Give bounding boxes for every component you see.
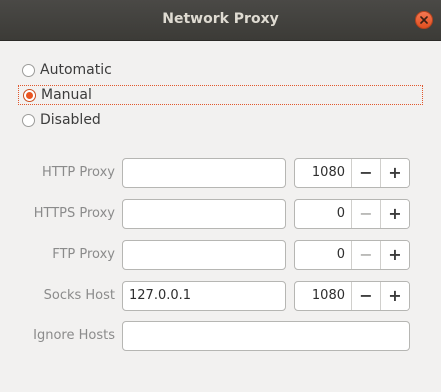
ftp-port-decrement-button[interactable]: −: [351, 241, 380, 269]
ignore-hosts-label: Ignore Hosts: [33, 328, 115, 343]
minus-icon: −: [359, 163, 373, 182]
window-title: Network Proxy: [162, 11, 279, 27]
plus-icon: +: [388, 204, 402, 223]
socks-port-increment-button[interactable]: +: [380, 282, 409, 310]
http-port-increment-button[interactable]: +: [380, 159, 409, 187]
ftp-proxy-host-field[interactable]: [122, 240, 286, 270]
http-proxy-label: HTTP Proxy: [41, 165, 115, 180]
ftp-proxy-label: FTP Proxy: [52, 247, 115, 262]
radio-button-automatic[interactable]: [22, 63, 35, 77]
plus-icon: +: [388, 245, 402, 264]
https-proxy-port-spinner: 0 − +: [294, 199, 410, 229]
radio-disabled[interactable]: Disabled: [18, 110, 423, 130]
socks-port-spinner: 1080 − +: [294, 281, 410, 311]
https-proxy-port-value[interactable]: 0: [295, 200, 351, 228]
minus-icon: −: [359, 204, 373, 223]
plus-icon: +: [388, 163, 402, 182]
socks-host-field[interactable]: 127.0.0.1: [122, 281, 286, 311]
radio-manual[interactable]: Manual: [18, 85, 423, 105]
radio-label-automatic: Automatic: [40, 62, 112, 78]
socks-host-label: Socks Host: [43, 288, 115, 303]
https-port-increment-button[interactable]: +: [380, 200, 409, 228]
radio-automatic[interactable]: Automatic: [18, 60, 423, 80]
ftp-proxy-port-value[interactable]: 0: [295, 241, 351, 269]
https-proxy-label: HTTPS Proxy: [33, 206, 115, 221]
ftp-port-increment-button[interactable]: +: [380, 241, 409, 269]
titlebar: Network Proxy: [0, 0, 441, 41]
ignore-hosts-field[interactable]: [122, 321, 410, 351]
https-port-decrement-button[interactable]: −: [351, 200, 380, 228]
http-proxy-port-value[interactable]: 1080: [295, 159, 351, 187]
socks-port-decrement-button[interactable]: −: [351, 282, 380, 310]
socks-port-value[interactable]: 1080: [295, 282, 351, 310]
radio-label-manual: Manual: [41, 87, 92, 103]
http-proxy-host-field[interactable]: [122, 158, 286, 188]
ftp-proxy-port-spinner: 0 − +: [294, 240, 410, 270]
https-proxy-host-field[interactable]: [122, 199, 286, 229]
minus-icon: −: [359, 245, 373, 264]
radio-label-disabled: Disabled: [40, 112, 101, 128]
network-proxy-window: Network Proxy Automatic Manual Disabled …: [0, 0, 441, 392]
http-port-decrement-button[interactable]: −: [351, 159, 380, 187]
http-proxy-port-spinner: 1080 − +: [294, 158, 410, 188]
plus-icon: +: [388, 286, 402, 305]
close-button[interactable]: [415, 11, 433, 29]
radio-button-manual[interactable]: [23, 88, 36, 102]
minus-icon: −: [359, 286, 373, 305]
radio-button-disabled[interactable]: [22, 113, 35, 127]
close-icon: [420, 16, 428, 24]
